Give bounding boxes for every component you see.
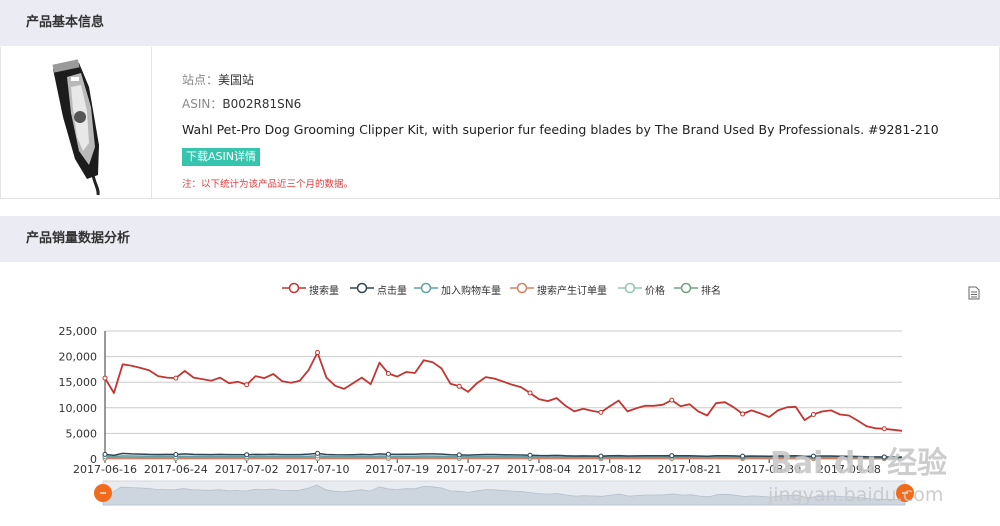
watermark-line1: Bai du 经验 (770, 446, 948, 481)
sales-analysis-section-header: 产品销量数据分析 (0, 216, 1000, 262)
product-title: Wahl Pet-Pro Dog Grooming Clipper Kit, w… (182, 122, 939, 137)
data-view-icon (968, 286, 980, 300)
legend-label-search-orders: 搜索产生订单量 (537, 286, 607, 297)
x-tick-label: 2017-06-24 (144, 463, 208, 476)
x-tick-label: 2017-07-10 (286, 463, 350, 476)
hair-clipper-product-image (52, 59, 100, 196)
sales-analysis-title: 产品销量数据分析 (26, 231, 131, 246)
basic-info-title: 产品基本信息 (26, 15, 105, 30)
data-point (102, 375, 108, 381)
legend-marker-price (618, 282, 642, 294)
legend-marker-clicks (350, 282, 374, 294)
legend-label-clicks: 点击量 (377, 286, 407, 297)
data-point (244, 452, 250, 458)
data-point (740, 453, 746, 459)
legend-marker-rank (674, 282, 698, 294)
x-tick-label: 2017-07-02 (215, 463, 279, 476)
data-point (385, 451, 391, 457)
data-point (669, 397, 675, 403)
data-point (385, 370, 391, 376)
asin-value: B002R81SN6 (222, 97, 302, 111)
data-point (527, 390, 533, 396)
x-tick-label: 2017-07-27 (436, 463, 500, 476)
data-point (102, 451, 108, 457)
data-point (173, 451, 179, 457)
data-point (244, 382, 250, 388)
data-point (810, 411, 816, 417)
product-card: 站点：美国站 ASIN：B002R81SN6 Wahl Pet-Pro Dog … (0, 47, 1000, 199)
data-note: 注：以下统计为该产品近三个月的数据。 (182, 179, 354, 190)
y-tick-label: 5,000 (66, 427, 98, 440)
x-tick-label: 2017-08-21 (657, 463, 721, 476)
data-point (527, 452, 533, 458)
data-point (669, 453, 675, 459)
data-point (598, 409, 604, 415)
download-asin-button[interactable]: 下载ASIN详情 (182, 148, 260, 166)
y-tick-label: 15,000 (59, 376, 98, 389)
product-image-cell (1, 47, 152, 198)
legend-marker-search (282, 282, 306, 294)
legend-label-price: 价格 (645, 286, 665, 297)
data-point (881, 426, 887, 432)
y-tick-label: 10,000 (59, 402, 98, 415)
data-point (456, 452, 462, 458)
series-line-0 (104, 351, 903, 432)
watermark-url: jingyan.baidu.com (768, 484, 943, 506)
asin-label: ASIN： (182, 97, 223, 111)
legend-label-search: 搜索量 (309, 286, 339, 297)
data-point (456, 383, 462, 389)
legend-marker-search-orders (510, 282, 534, 294)
legend-marker-add-to-cart (414, 282, 438, 294)
data-point (315, 350, 321, 356)
y-tick-label: 20,000 (59, 351, 98, 364)
data-point (315, 450, 321, 456)
legend-label-rank: 排名 (701, 286, 721, 297)
x-tick-label: 2017-07-19 (365, 463, 429, 476)
data-point (173, 375, 179, 381)
x-tick-label: 2017-08-12 (578, 463, 642, 476)
x-tick-label: 2017-08-04 (507, 463, 571, 476)
y-tick-label: 25,000 (59, 325, 98, 338)
legend-label-add-to-cart: 加入购物车量 (441, 286, 501, 297)
watermark-line2: jingyan.baidu.com (768, 484, 944, 506)
asin-row: ASIN：B002R81SN6 (182, 95, 301, 112)
x-tick-label: 2017-06-16 (73, 463, 137, 476)
watermark-logo: Bai du 经验 (770, 438, 947, 482)
site-row: 站点：美国站 (182, 71, 254, 88)
site-value: 美国站 (218, 73, 255, 87)
data-point (740, 411, 746, 417)
basic-info-section-header: 产品基本信息 (0, 0, 1000, 46)
site-label: 站点： (182, 73, 219, 87)
data-point (598, 453, 604, 459)
